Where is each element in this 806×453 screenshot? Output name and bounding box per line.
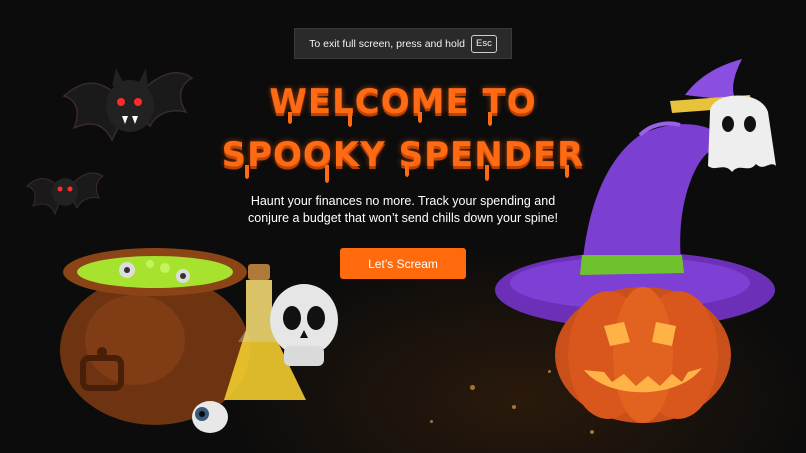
esc-key-badge: Esc [471,34,497,53]
sparkle [512,405,516,409]
sparkle [590,430,594,434]
fullscreen-notice: To exit full screen, press and hold Esc [294,28,512,59]
sparkle [470,385,475,390]
lets-scream-button[interactable]: Let’s Scream [340,248,466,279]
jack-o-lantern-icon [555,287,731,423]
fullscreen-notice-text: To exit full screen, press and hold [309,37,465,50]
sparkle [430,420,433,423]
title-drips [245,165,569,183]
eyeball-icon [192,401,228,433]
title-drips [288,112,492,127]
hero-subtitle: Haunt your finances no more. Track your … [248,194,558,225]
skull-potion-icon [224,264,338,400]
